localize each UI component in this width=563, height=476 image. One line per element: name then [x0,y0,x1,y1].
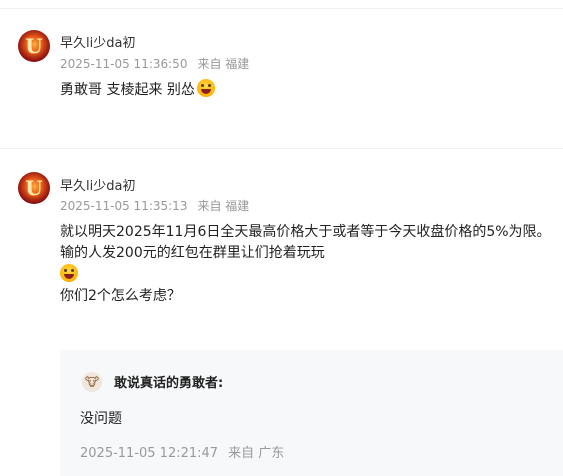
comment-line: 勇敢哥 支棱起来 别怂 [60,82,195,98]
avatar[interactable]: U [18,172,50,204]
cow-avatar-icon: 🐮 [84,375,100,389]
reply-location: 来自 广东 [228,446,285,461]
comment-location: 来自 福建 [197,57,250,71]
grinning-face-emoji-icon [196,79,215,97]
comment-username[interactable]: 早久li少da初 [60,32,135,51]
comment-datetime: 2025-11-05 11:35:13 [60,199,188,213]
fire-u-icon: U [25,176,43,200]
comment-line: 就以明天2025年11月6日全天最高价格大于或者等于今天收盘价格的5%为限。 [60,224,551,240]
reply-username[interactable]: 敢说真话的勇敢者: [114,372,223,391]
comment-meta: 2025-11-05 11:36:50 来自 福建 [60,55,249,72]
comment-text: 勇敢哥 支棱起来 别怂 [60,79,215,101]
comment-emoji-line [60,264,551,286]
comment-username[interactable]: 早久li少da初 [60,175,135,194]
reply-meta: 2025-11-05 12:21:47 来自 广东 [80,442,284,461]
grinning-face-emoji-icon [60,264,78,282]
comment-line: 你们2个怎么考虑？ [60,288,181,304]
comment-text: 就以明天2025年11月6日全天最高价格大于或者等于今天收盘价格的5%为限。 输… [60,222,551,307]
top-divider [0,8,563,9]
comment-location: 来自 福建 [197,199,250,213]
reply-avatar[interactable]: 🐮 [82,372,102,392]
avatar[interactable]: U [18,30,50,62]
comment-divider [0,148,563,149]
reply-box: 🐮 敢说真话的勇敢者: 没问题 2025-11-05 12:21:47 来自 广东 [60,350,563,476]
comment-meta: 2025-11-05 11:35:13 来自 福建 [60,197,249,214]
reply-datetime: 2025-11-05 12:21:47 [80,446,219,461]
fire-u-icon: U [25,34,43,58]
comment-datetime: 2025-11-05 11:36:50 [60,57,188,71]
comment-line: 输的人发200元的红包在群里让们抢着玩玩 [60,245,325,261]
reply-text: 没问题 [80,411,122,427]
